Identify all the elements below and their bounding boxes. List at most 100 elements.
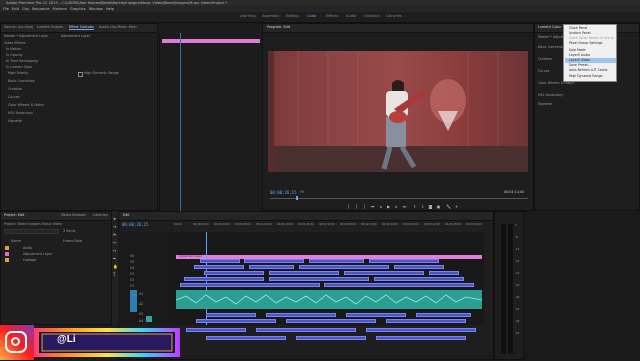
- workspace-learning[interactable]: Learning: [240, 14, 256, 18]
- effect-row-curves[interactable]: Curves: [8, 95, 19, 99]
- lumetri-hsl[interactable]: HSL Secondary: [538, 93, 563, 97]
- video-clip[interactable]: [204, 271, 264, 275]
- workspace-color[interactable]: Color: [307, 14, 316, 18]
- adjustment-layer-clip-bar[interactable]: [162, 39, 260, 43]
- video-clip[interactable]: [249, 265, 294, 269]
- video-clip[interactable]: [184, 277, 264, 281]
- tab-source[interactable]: Source: (no clips): [4, 25, 33, 29]
- tab-timeline-edit[interactable]: Edit: [123, 213, 130, 217]
- video-clip[interactable]: [194, 265, 244, 269]
- workspace-libraries[interactable]: Libraries: [386, 14, 402, 18]
- audio-clip[interactable]: [346, 313, 406, 317]
- project-column-name[interactable]: Name: [11, 239, 21, 243]
- tab-media-browser[interactable]: Media Browser: [61, 213, 86, 217]
- video-clip[interactable]: [429, 271, 459, 275]
- timeline-ruler[interactable]: 00;00 00;00;16;00 00;00;32;00 00;00;48;0…: [174, 222, 484, 232]
- menu-panel-group-settings[interactable]: Panel Group Settings: [569, 41, 602, 45]
- audio-source-patch[interactable]: [130, 290, 137, 312]
- lumetri-curves[interactable]: Curves: [538, 69, 549, 73]
- tab-libraries[interactable]: Libraries: [93, 213, 108, 217]
- tab-project[interactable]: Project: Edit: [4, 213, 24, 217]
- effect-row-color-wheels[interactable]: Color Wheels & Match: [8, 103, 44, 107]
- project-search-input[interactable]: [4, 229, 59, 234]
- workspace-effects[interactable]: Effects: [326, 14, 338, 18]
- audio-clip[interactable]: [206, 313, 256, 317]
- lift-icon[interactable]: ⇪: [412, 204, 417, 209]
- program-timecode-current[interactable]: 00;00;26;15: [270, 190, 297, 195]
- selection-tool-icon[interactable]: ➤: [113, 216, 116, 221]
- compare-icon[interactable]: ▣: [436, 204, 441, 209]
- audio-clip[interactable]: [206, 336, 286, 340]
- video-clip[interactable]: [244, 259, 304, 263]
- menu-layer-audio[interactable]: Layer5 Audio: [569, 53, 590, 57]
- video-clip[interactable]: [299, 265, 389, 269]
- effect-row-basic-correction[interactable]: Basic Correction: [8, 79, 35, 83]
- lumetri-creative[interactable]: Creative: [538, 57, 552, 61]
- audio-clip[interactable]: [386, 319, 466, 323]
- mark-out-icon[interactable]: }: [354, 204, 359, 209]
- program-scrubber[interactable]: [270, 198, 528, 199]
- effect-row-opacity[interactable]: fx Opacity: [6, 53, 23, 57]
- timeline-timecode[interactable]: 00;00;26;15: [122, 222, 149, 227]
- ripple-edit-icon[interactable]: ⇹: [113, 232, 116, 237]
- video-clip[interactable]: [369, 259, 439, 263]
- track-v1[interactable]: V1: [130, 284, 134, 288]
- audio-clip[interactable]: [266, 313, 336, 317]
- audio-clip[interactable]: [376, 336, 466, 340]
- tab-lumetri-color[interactable]: Lumetri Color: [538, 25, 561, 29]
- track-v5[interactable]: V5: [130, 260, 134, 264]
- step-forward-icon[interactable]: ▸: [394, 204, 399, 209]
- track-a1[interactable]: A1: [139, 292, 143, 296]
- track-v3[interactable]: V3: [130, 272, 134, 276]
- video-clip[interactable]: [324, 283, 474, 287]
- add-button-icon[interactable]: +: [454, 204, 459, 209]
- go-to-in-button-icon[interactable]: ⏮: [370, 204, 375, 209]
- video-clip[interactable]: [180, 283, 320, 287]
- menu-solo-mode[interactable]: Solo Mode: [569, 48, 586, 52]
- effect-row-high-fidelity[interactable]: High Fidelity: [8, 71, 28, 75]
- track-v6[interactable]: V6: [130, 254, 134, 258]
- video-clip[interactable]: [374, 277, 464, 281]
- audio-clip[interactable]: [366, 328, 476, 332]
- workspace-assembly[interactable]: Assembly: [262, 14, 279, 18]
- video-clip[interactable]: [394, 265, 444, 269]
- menu-save-preset[interactable]: Save Preset...: [569, 63, 591, 67]
- track-select-icon[interactable]: ⇥: [113, 224, 116, 229]
- menu-high-dynamic-range[interactable]: High Dynamic Range: [569, 74, 603, 78]
- project-column-frame-rate[interactable]: Frame Rate: [63, 239, 82, 243]
- audio-clip-a1[interactable]: [175, 290, 483, 309]
- video-clip[interactable]: [344, 271, 424, 275]
- effect-row-lumetri[interactable]: fx Lumetri Color: [6, 65, 33, 69]
- effect-row-time-remapping[interactable]: fx Time Remapping: [6, 59, 38, 63]
- step-back-icon[interactable]: ◂: [378, 204, 383, 209]
- audio-clip[interactable]: [416, 313, 471, 317]
- audio-clip[interactable]: [286, 319, 376, 323]
- effect-row-creative[interactable]: Creative: [8, 87, 22, 91]
- program-fit-dropdown[interactable]: Fit: [300, 190, 304, 194]
- audio-clip[interactable]: [196, 319, 276, 323]
- tab-audio-clip-mixer[interactable]: Audio Clip Mixer: Main: [99, 25, 137, 29]
- video-clip[interactable]: [269, 277, 369, 281]
- tab-program[interactable]: Program: Edit: [267, 25, 290, 29]
- video-clip[interactable]: [309, 259, 364, 263]
- tab-lumetri-scopes[interactable]: Lumetri Scopes: [37, 25, 63, 29]
- track-a4[interactable]: A4: [139, 319, 143, 323]
- razor-icon[interactable]: ✂: [113, 240, 116, 245]
- settings-icon[interactable]: 🔧: [446, 204, 451, 209]
- audio-clip[interactable]: [186, 328, 246, 332]
- lumetri-vignette[interactable]: Vignette: [538, 102, 552, 106]
- hdr-checkbox[interactable]: [78, 72, 83, 77]
- export-frame-icon[interactable]: ◙: [428, 204, 433, 209]
- audio-clip[interactable]: [256, 328, 356, 332]
- workspace-graphics[interactable]: Graphics: [364, 14, 380, 18]
- go-to-in-icon[interactable]: |: [362, 204, 367, 209]
- pen-icon[interactable]: ✒: [113, 256, 116, 261]
- go-to-out-icon[interactable]: ⏭: [402, 204, 407, 209]
- extract-icon[interactable]: ⇩: [420, 204, 425, 209]
- effect-controls-playhead[interactable]: [180, 33, 181, 211]
- mark-in-icon[interactable]: {: [346, 204, 351, 209]
- tab-effect-controls[interactable]: Effect Controls: [69, 25, 94, 30]
- menu-auto-refresh-lut[interactable]: Auto-Refresh LUT Cache: [569, 68, 607, 72]
- video-clip[interactable]: [200, 259, 240, 263]
- play-icon[interactable]: ▶: [386, 204, 391, 209]
